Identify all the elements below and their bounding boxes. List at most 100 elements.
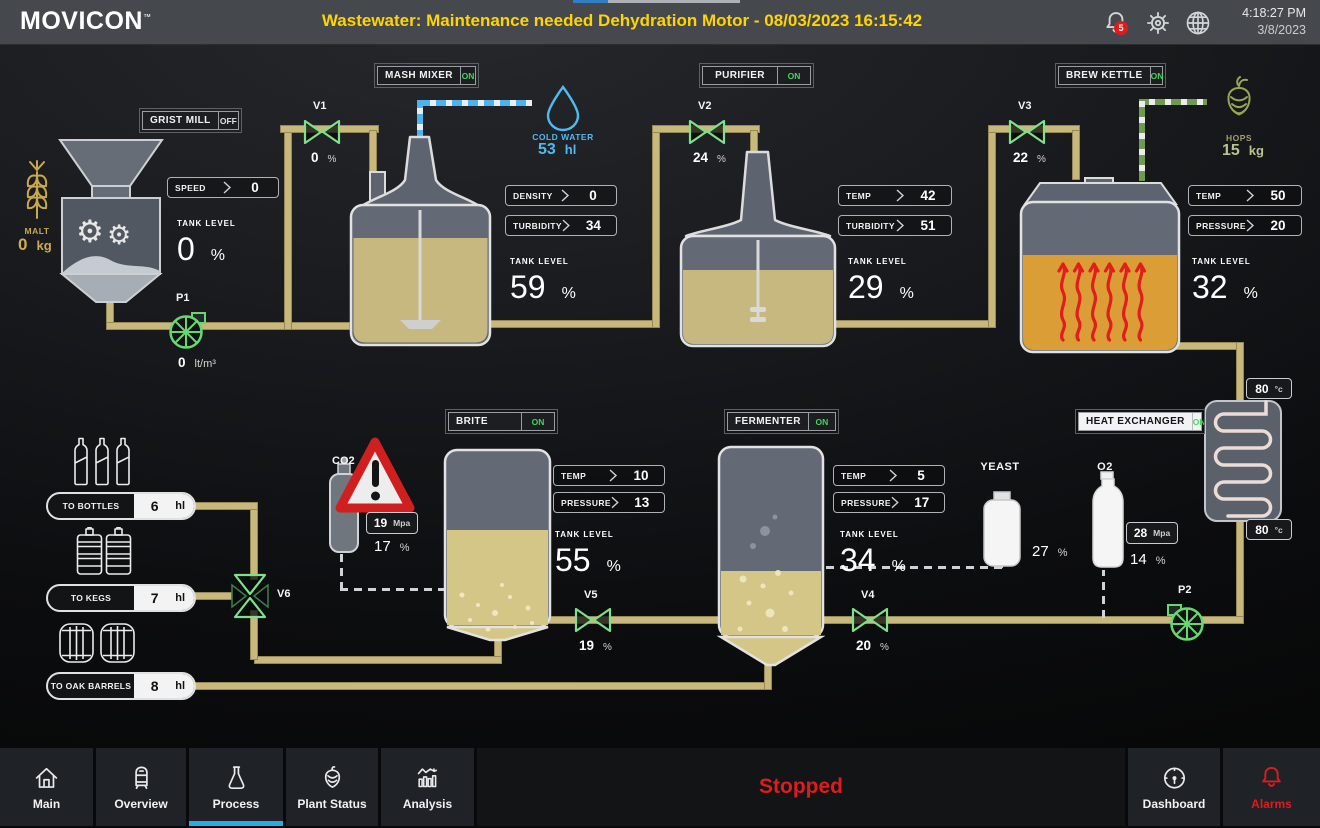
yeast-percent: 27% (1032, 543, 1067, 560)
pipe (1236, 518, 1244, 624)
malt-value: 0 kg (18, 235, 52, 255)
fermenter-state: ON (808, 413, 835, 430)
valve-v3-label: V3 (1018, 100, 1031, 112)
chevron-right-icon (561, 189, 570, 202)
hops-value: 15 kg (1222, 142, 1264, 160)
to-kegs-value: 7 (134, 590, 175, 606)
nav-main[interactable]: Main (0, 748, 93, 826)
temp-field-purifier[interactable]: TEMP 42 (838, 185, 952, 206)
heat-exchanger-panel[interactable]: HEAT EXCHANGER ON (1078, 412, 1202, 431)
tank-level-label: TANK LEVEL (848, 257, 914, 266)
pressure-field-fermenter[interactable]: PRESSURE 17 (833, 492, 945, 513)
fermenter-tank-level: TANK LEVEL 34 % (840, 530, 906, 579)
valve-v5[interactable] (573, 606, 613, 634)
co2-label: CO2 (332, 455, 355, 467)
kegs-icon (75, 527, 133, 577)
pipe (988, 130, 996, 328)
yeast-container (976, 488, 1028, 572)
valve-v1[interactable] (302, 118, 342, 146)
valve-v6[interactable] (228, 572, 272, 620)
nav-analysis[interactable]: Analysis (381, 748, 474, 826)
mash-mixer-panel[interactable]: MASH MIXER ON (377, 66, 476, 85)
tank-level-unit: % (607, 558, 621, 576)
tank-level-label: TANK LEVEL (177, 219, 236, 228)
temp-field-brite[interactable]: TEMP 10 (553, 465, 665, 486)
brite-panel[interactable]: BRITE ON (448, 412, 555, 431)
pump-p2-label: P2 (1178, 584, 1191, 596)
chevron-right-icon (609, 469, 618, 482)
alarm-banner[interactable]: Wastewater: Maintenance needed Dehydrati… (222, 11, 1022, 31)
grist-mill-panel[interactable]: GRIST MILL OFF (142, 111, 239, 130)
pipe (548, 616, 1244, 624)
tank-level-label: TANK LEVEL (840, 530, 906, 539)
pressure-label: PRESSURE (834, 498, 891, 508)
mash-mixer-title: MASH MIXER (378, 67, 460, 84)
temp-value: 10 (618, 468, 664, 483)
temp-value: 5 (898, 468, 944, 483)
pressure-field-brite[interactable]: PRESSURE 13 (553, 492, 665, 513)
hx-temp-in-box: 80°c (1246, 378, 1292, 399)
purifier-state: ON (777, 67, 810, 84)
gear-icon[interactable] (1144, 9, 1172, 37)
svg-text:⚙: ⚙ (76, 214, 104, 249)
temp-field-kettle[interactable]: TEMP 50 (1188, 185, 1302, 206)
to-bottles-unit: hl (175, 500, 185, 512)
o2-pressure-box: 28Mpa (1126, 522, 1178, 544)
nav-dashboard[interactable]: Dashboard (1128, 748, 1220, 826)
pressure-label: PRESSURE (1189, 221, 1246, 231)
to-kegs-label: TO KEGS (48, 586, 134, 610)
pump-p1[interactable] (163, 307, 209, 353)
brew-kettle-tank (1018, 140, 1183, 355)
grist-tank-level: TANK LEVEL 0 % (177, 219, 236, 268)
valve-v4[interactable] (850, 606, 890, 634)
chevron-right-icon (223, 181, 232, 194)
speed-field[interactable]: SPEED 0 (167, 177, 279, 198)
fermenter-panel[interactable]: FERMENTER ON (727, 412, 836, 431)
purifier-tank (678, 145, 838, 350)
nav-overview-label: Overview (114, 797, 167, 811)
temp-label: TEMP (834, 471, 889, 481)
pipe (188, 502, 258, 510)
plant-status-text: Stopped (759, 775, 843, 799)
tank-level-value: 29 (848, 269, 884, 306)
valve-v3[interactable] (1007, 118, 1047, 146)
turbidity-field-mash[interactable]: TURBIDITY 34 (505, 215, 617, 236)
nav-plant-status[interactable]: Plant Status (286, 748, 378, 826)
purifier-panel[interactable]: PURIFIER ON (702, 66, 811, 85)
density-field[interactable]: DENSITY 0 (505, 185, 617, 206)
temp-label: TEMP (554, 471, 609, 481)
gauge-icon (1161, 764, 1188, 791)
nav-main-label: Main (33, 797, 60, 811)
nav-analysis-label: Analysis (403, 797, 452, 811)
globe-icon[interactable] (1184, 9, 1212, 37)
pump-p1-flow: 0lt/m³ (178, 355, 216, 370)
barrels-icon (58, 622, 136, 664)
temp-field-fermenter[interactable]: TEMP 5 (833, 465, 945, 486)
valve-v2[interactable] (687, 118, 727, 146)
home-icon (33, 764, 60, 791)
pump-p2[interactable] (1164, 599, 1210, 645)
date-text: 3/8/2023 (1242, 22, 1306, 39)
nav-alarms[interactable]: Alarms (1223, 748, 1320, 826)
heat-exchanger-title: HEAT EXCHANGER (1079, 413, 1192, 430)
chevron-right-icon (1246, 219, 1255, 232)
heat-exchanger (1202, 398, 1284, 524)
valve-v2-label: V2 (698, 100, 711, 112)
pipe (284, 130, 292, 330)
nav-overview[interactable]: Overview (96, 748, 186, 826)
valve-v4-label: V4 (861, 589, 874, 601)
pipe (188, 682, 770, 690)
valve-v5-label: V5 (584, 589, 597, 601)
turbidity-field-purifier[interactable]: TURBIDITY 51 (838, 215, 952, 236)
pressure-field-kettle[interactable]: PRESSURE 20 (1188, 215, 1302, 236)
turbidity-value: 51 (905, 218, 951, 233)
tank-level-label: TANK LEVEL (510, 257, 576, 266)
valve-v3-value: 22% (1013, 150, 1046, 165)
fermenter-tank (715, 443, 830, 673)
temp-value: 50 (1255, 188, 1301, 203)
brew-kettle-panel[interactable]: BREW KETTLE ON (1058, 66, 1163, 85)
brite-state: ON (521, 413, 554, 430)
valve-v1-value: 0% (311, 150, 336, 165)
nav-process[interactable]: Process (189, 748, 283, 826)
chevron-right-icon (889, 469, 898, 482)
